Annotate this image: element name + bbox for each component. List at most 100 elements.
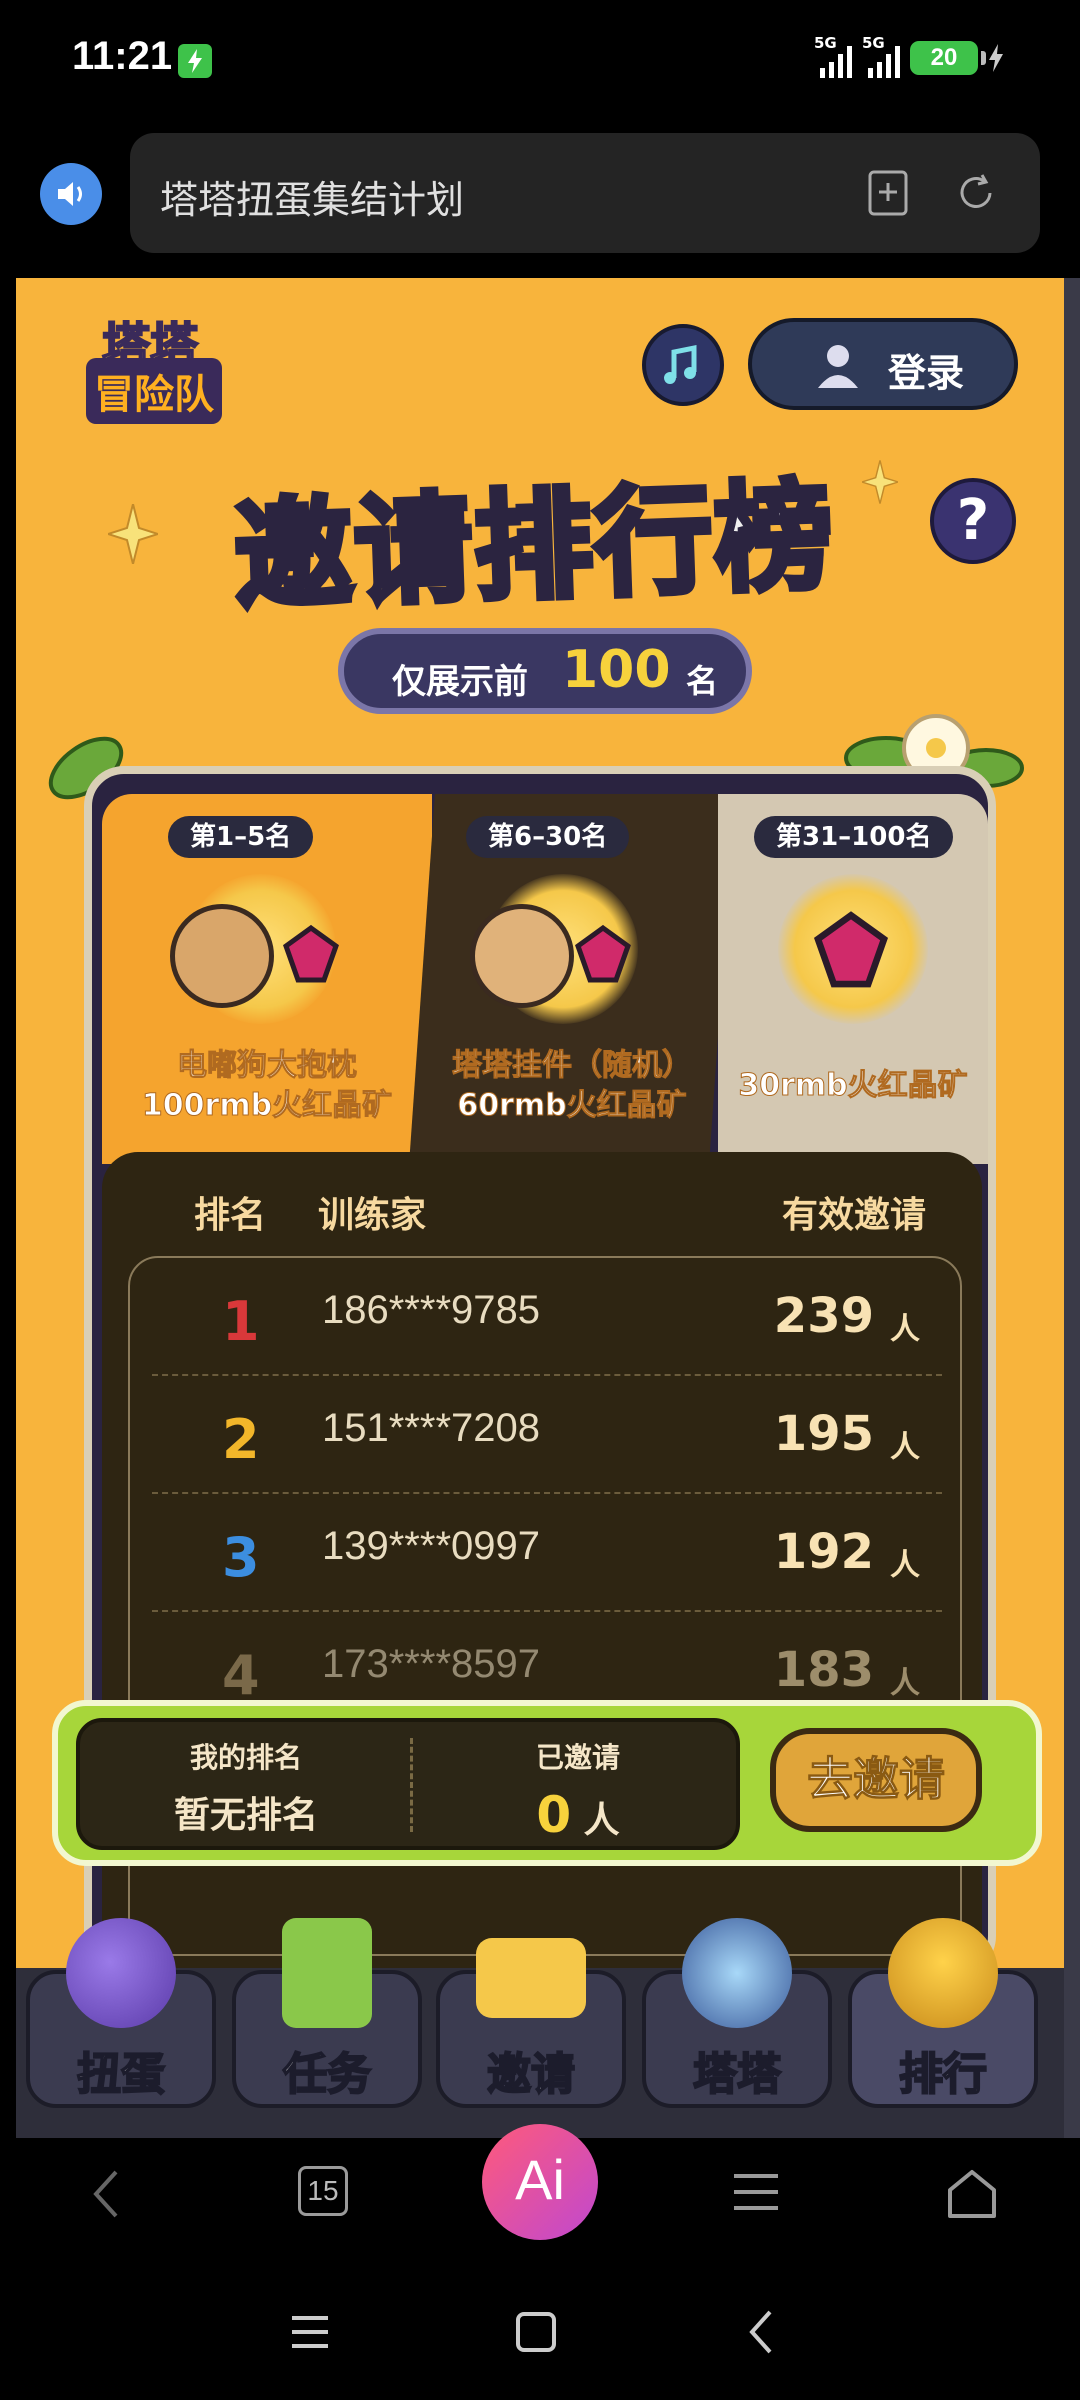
- login-label: 登录: [888, 351, 965, 395]
- badge-prefix: 仅展示前: [392, 662, 528, 702]
- nav-item-ranking[interactable]: 排行: [848, 1918, 1038, 2108]
- nav-item-tata[interactable]: 塔塔: [642, 1918, 832, 2108]
- recents-icon[interactable]: [288, 2310, 332, 2354]
- trainer-phone: 151****7208: [322, 1406, 540, 1450]
- reward-tier-2-content: 第6–30名 塔塔挂件（随机） 60rmb火红晶矿: [422, 794, 722, 1164]
- signal-icon: 5G: [814, 34, 852, 78]
- home-nav-icon[interactable]: [514, 2310, 558, 2354]
- home-icon[interactable]: [944, 2166, 1000, 2222]
- speaker-icon[interactable]: [40, 163, 102, 225]
- tier-label: 第1–5名: [168, 816, 314, 858]
- add-bookmark-icon[interactable]: [866, 169, 910, 217]
- invited-cell: 已邀请 0 人: [412, 1722, 744, 1846]
- invite-unit: 人: [890, 1430, 920, 1465]
- nav-label: 塔塔: [692, 2048, 782, 2101]
- tier-reward: 30rmb火红晶矿: [718, 1066, 988, 1106]
- crystal-icon: [813, 911, 889, 988]
- help-button[interactable]: ?: [930, 478, 1016, 564]
- tier-label: 第6–30名: [466, 816, 630, 858]
- table-row: 3 139****0997 192 人: [152, 1494, 942, 1612]
- tier-reward-line2: 100rmb火红晶矿: [141, 1088, 393, 1124]
- dog-plush-icon: [170, 904, 274, 1008]
- capsule-icon: [66, 1918, 176, 2028]
- login-button[interactable]: 登录: [748, 318, 1018, 410]
- cat-icon: [682, 1918, 792, 2028]
- rank-number: 1: [222, 1290, 260, 1353]
- signal-label: 5G: [862, 34, 885, 52]
- status-time: 11:21: [72, 34, 173, 78]
- title-part1: 邀请: [229, 476, 480, 628]
- back-icon[interactable]: [88, 2166, 124, 2222]
- envelope-icon: [476, 1938, 586, 2018]
- rank-number: 3: [222, 1526, 260, 1589]
- invited-label: 已邀请: [535, 1741, 620, 1774]
- tata-charm-icon: [470, 904, 574, 1008]
- music-toggle-button[interactable]: [642, 324, 724, 406]
- reward-tier-1: 第1–5名 电嘟狗大抱枕 100rmb火红晶矿: [102, 794, 432, 1164]
- table-row: 2 151****7208 195 人: [152, 1376, 942, 1494]
- crystal-icon: [575, 924, 631, 983]
- tier-reward-line2: 60rmb火红晶矿: [457, 1088, 687, 1124]
- invite-unit: 人: [890, 1312, 920, 1347]
- sparkle-icon: [862, 460, 898, 504]
- my-rank-bar: 我的排名 暂无排名 已邀请 0 人 去邀请: [52, 1700, 1042, 1866]
- invite-count: 192: [773, 1524, 874, 1580]
- badge-suffix: 名: [686, 662, 719, 700]
- invited-unit: 人: [583, 1800, 620, 1841]
- ai-assistant-button[interactable]: Ai: [482, 2124, 598, 2240]
- invited-count: 0: [536, 1786, 572, 1844]
- trophy-icon: [888, 1918, 998, 2028]
- game-logo: 塔塔 冒险队: [66, 306, 256, 424]
- signal-icon: 5G: [862, 34, 900, 78]
- charging-bolt-icon: [989, 44, 1003, 72]
- invite-count: 239: [773, 1288, 874, 1344]
- tier-reward-line1: 30rmb火红晶矿: [738, 1068, 968, 1104]
- trainer-phone: 139****0997: [322, 1524, 540, 1568]
- header-invites: 有效邀请: [781, 1195, 926, 1236]
- invite-unit: 人: [890, 1666, 920, 1701]
- invited-value: 0 人: [412, 1786, 744, 1844]
- tier-reward-line1: 塔塔挂件（随机）: [452, 1048, 693, 1084]
- browser-address-area: 塔塔扭蛋集结计划: [0, 125, 1080, 280]
- page-title: 塔塔扭蛋集结计划: [160, 178, 465, 222]
- nav-label: 扭蛋: [76, 2048, 166, 2101]
- invite-unit: 人: [890, 1548, 920, 1583]
- my-rank-value: 暂无排名: [173, 1795, 318, 1836]
- my-rank-panel: 我的排名 暂无排名 已邀请 0 人: [76, 1718, 740, 1850]
- tier-reward: 电嘟狗大抱枕 100rmb火红晶矿: [102, 1046, 432, 1126]
- go-invite-button[interactable]: 去邀请: [770, 1728, 982, 1832]
- system-navigation-bar: [0, 2268, 1080, 2400]
- address-bar[interactable]: 塔塔扭蛋集结计划: [130, 133, 1040, 253]
- rank-number: 4: [222, 1644, 260, 1707]
- trainer-phone: 173****8597: [322, 1642, 540, 1686]
- invite-count: 195: [773, 1406, 874, 1462]
- reload-icon[interactable]: [952, 169, 1000, 217]
- tier-label: 第31–100名: [754, 816, 954, 858]
- reward-tier-3: 第31–100名 30rmb火红晶矿: [718, 794, 988, 1164]
- nav-item-capsule[interactable]: 扭蛋: [26, 1918, 216, 2108]
- menu-icon[interactable]: [730, 2166, 782, 2218]
- nav-item-tasks[interactable]: 任务: [232, 1918, 422, 2108]
- nav-label: 排行: [898, 2048, 988, 2101]
- status-bar: 11:21 5G 5G 20: [0, 0, 1080, 125]
- music-note-icon: [664, 344, 697, 384]
- crystal-icon: [283, 924, 339, 983]
- nav-label: 邀请: [486, 2048, 576, 2101]
- charging-notification-icon: [178, 44, 212, 78]
- tier-reward: 塔塔挂件（随机） 60rmb火红晶矿: [412, 1046, 732, 1126]
- badge-number: 100: [562, 640, 671, 700]
- page-edge: [1064, 278, 1080, 2138]
- logo-line2: 冒险队: [86, 358, 222, 424]
- battery-icon: 20: [910, 41, 986, 75]
- nav-item-invite[interactable]: 邀请: [436, 1918, 626, 2108]
- tier-reward-line1: 电嘟狗大抱枕: [177, 1048, 358, 1084]
- user-icon: [818, 345, 858, 388]
- trainer-phone: 186****9785: [322, 1288, 540, 1332]
- nav-label: 任务: [282, 2048, 372, 2101]
- header-rank: 排名: [194, 1195, 267, 1236]
- rank-number: 2: [222, 1408, 260, 1471]
- back-nav-icon[interactable]: [744, 2308, 778, 2356]
- top-limit-badge: 仅展示前 100 名: [338, 628, 752, 714]
- invite-count: 183: [773, 1642, 874, 1698]
- tabs-button[interactable]: 15: [298, 2166, 348, 2216]
